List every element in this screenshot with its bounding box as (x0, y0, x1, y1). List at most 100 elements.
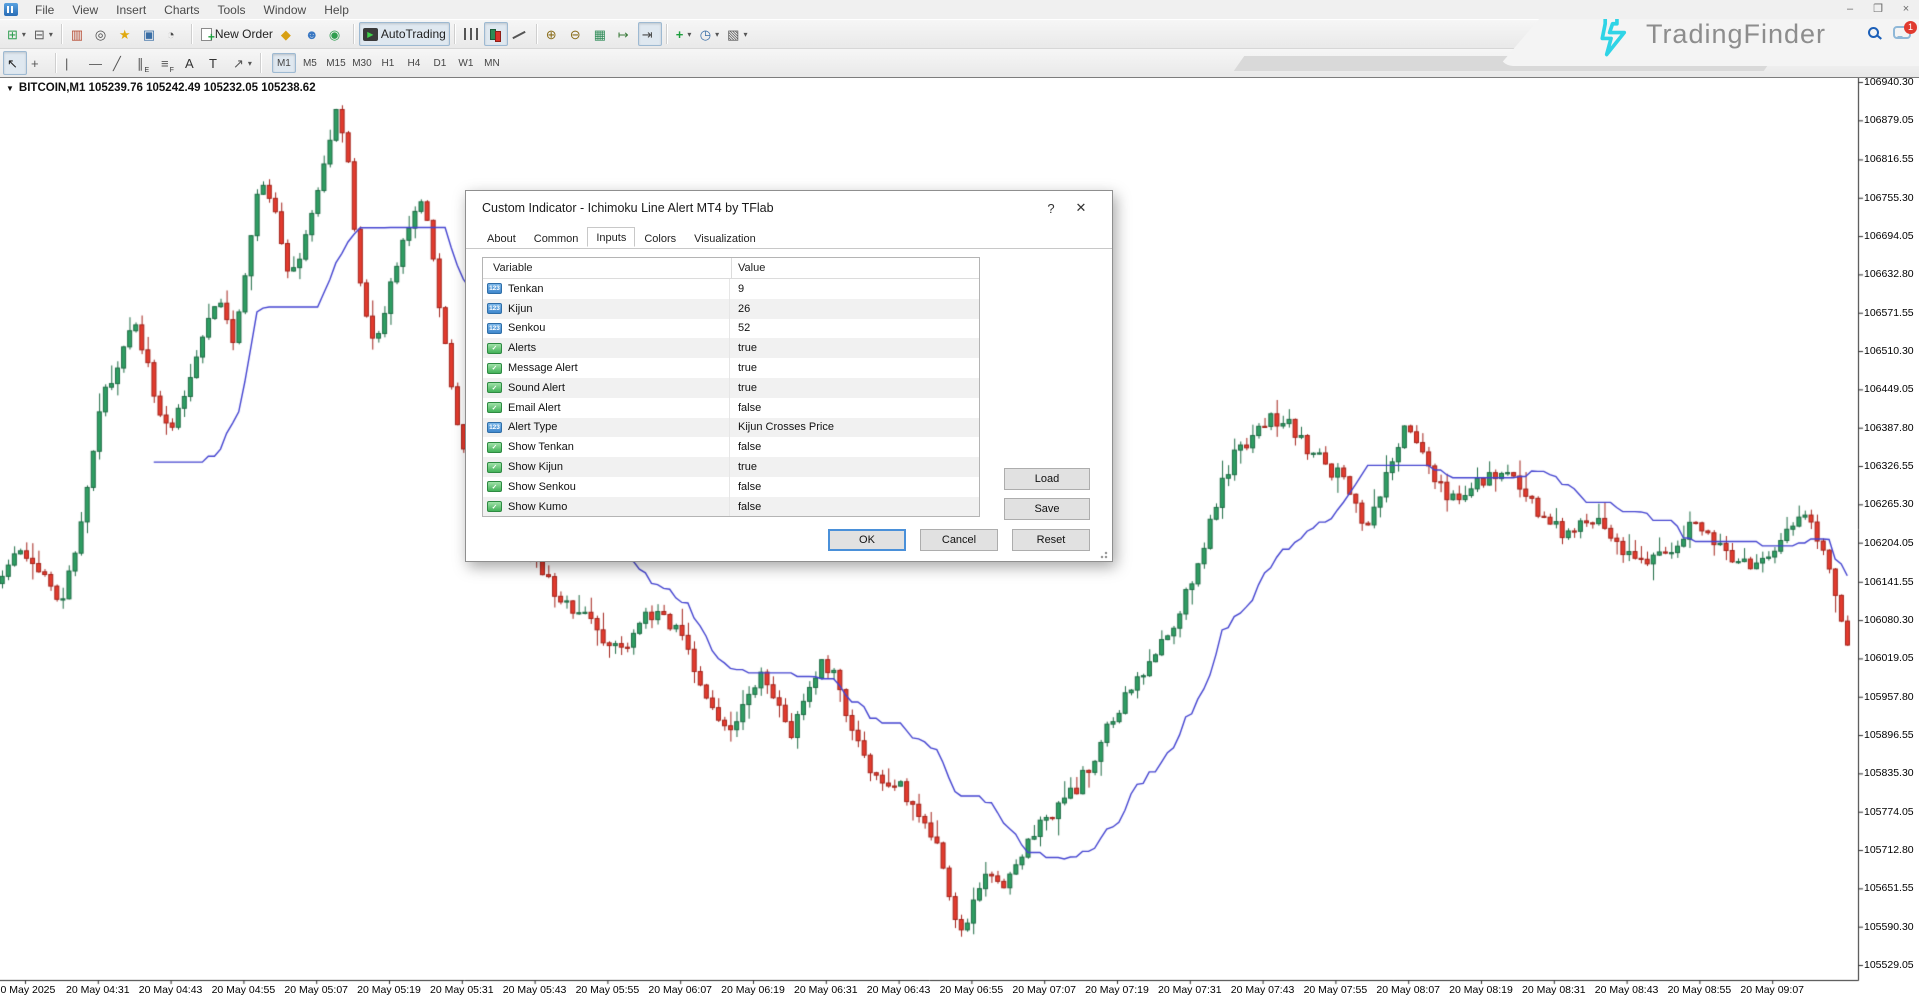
indicator-input-row[interactable]: 123Kijun26 (483, 299, 979, 319)
menu-item-insert[interactable]: Insert (107, 2, 155, 18)
text-label-button[interactable]: T (205, 51, 229, 75)
input-variable-name: Alert Type (508, 421, 729, 433)
chart-shift-button[interactable]: ⇥ (638, 22, 662, 46)
new-order-button[interactable]: New Order (197, 22, 277, 46)
menu-item-file[interactable]: File (26, 2, 63, 18)
indicators-button[interactable]: +▾ (672, 22, 696, 46)
tab-visualization[interactable]: Visualization (685, 229, 765, 249)
input-variable-value[interactable]: Kijun Crosses Price (729, 418, 979, 438)
time-axis-label: 20 May 04:55 (212, 984, 276, 996)
dropdown-arrow-icon: ▾ (49, 30, 53, 39)
numeric-value-icon: 123 (487, 422, 502, 433)
zoom-in-button[interactable]: ⊕ (542, 22, 566, 46)
restore-button[interactable]: ❐ (1869, 2, 1887, 16)
input-variable-value[interactable]: false (729, 398, 979, 418)
text-button[interactable]: A (181, 51, 205, 75)
tab-colors[interactable]: Colors (635, 229, 685, 249)
new-chart-button[interactable]: ⊞▾ (3, 22, 30, 46)
indicator-input-row[interactable]: ✓Show Kumofalse (483, 497, 979, 517)
profiles-button[interactable]: ⊟▾ (30, 22, 57, 46)
strategy-tester-button[interactable]: ◔ (163, 22, 187, 46)
equidistant-channel-button[interactable]: ∥E (133, 51, 157, 75)
indicator-input-row[interactable]: ✓Show Senkoufalse (483, 477, 979, 497)
price-axis-label: 106019.05 (1864, 652, 1914, 664)
timeframe-m30-button[interactable]: M30 (350, 53, 374, 73)
chat-icon[interactable]: 1 (1893, 26, 1911, 39)
input-variable-value[interactable]: 52 (729, 319, 979, 339)
save-button[interactable]: Save (1004, 498, 1090, 520)
data-window-button[interactable]: ◎ (91, 22, 115, 46)
menu-item-charts[interactable]: Charts (155, 2, 208, 18)
menu-item-tools[interactable]: Tools (209, 2, 255, 18)
periods-button[interactable]: ◷▾ (696, 22, 723, 46)
tile-windows-button[interactable]: ▦ (590, 22, 614, 46)
trendline-button[interactable]: ╱ (109, 51, 133, 75)
menu-item-window[interactable]: Window (255, 2, 316, 18)
input-variable-value[interactable]: false (729, 477, 979, 497)
indicator-input-row[interactable]: ✓Sound Alerttrue (483, 378, 979, 398)
input-variable-value[interactable]: 9 (729, 279, 979, 299)
menu-item-help[interactable]: Help (315, 2, 358, 18)
templates-button[interactable]: ▧▾ (723, 22, 751, 46)
fibonacci-retracement-button[interactable]: ≡F (157, 51, 181, 75)
indicator-input-row[interactable]: ✓Message Alerttrue (483, 358, 979, 378)
community-button[interactable]: ☻ (301, 22, 325, 46)
timeframe-h4-button[interactable]: H4 (402, 53, 426, 73)
menu-bar-items: FileViewInsertChartsToolsWindowHelp (26, 2, 358, 18)
timeframe-m1-button[interactable]: M1 (272, 53, 296, 73)
timeframe-d1-button[interactable]: D1 (428, 53, 452, 73)
market-watch-button[interactable]: ▥ (67, 22, 91, 46)
zoom-out-button[interactable]: ⊖ (566, 22, 590, 46)
indicator-input-row[interactable]: 123Tenkan9 (483, 279, 979, 299)
input-variable-value[interactable]: true (729, 457, 979, 477)
arrows-tool-button[interactable]: ↗▾ (229, 51, 256, 75)
indicator-input-row[interactable]: 123 Alert TypeKijun Crosses Price (483, 418, 979, 438)
dialog-titlebar[interactable]: Custom Indicator - Ichimoku Line Alert M… (466, 191, 1112, 225)
cursor-button[interactable]: ↖ (3, 51, 27, 75)
vertical-line-button[interactable]: | (61, 51, 85, 75)
timeframe-m15-button[interactable]: M15 (324, 53, 348, 73)
input-variable-value[interactable]: false (729, 437, 979, 457)
metaeditor-button[interactable]: ◆ (277, 22, 301, 46)
dialog-help-button[interactable]: ? (1036, 197, 1066, 219)
input-variable-value[interactable]: true (729, 338, 979, 358)
input-variable-value[interactable]: false (729, 497, 979, 517)
navigator-button[interactable]: ★ (115, 22, 139, 46)
search-icon[interactable] (1868, 27, 1879, 38)
dialog-resize-grip[interactable] (1100, 549, 1110, 559)
reset-button[interactable]: Reset (1012, 529, 1090, 551)
input-variable-value[interactable]: true (729, 378, 979, 398)
tab-common[interactable]: Common (525, 229, 588, 249)
symbol-dropdown-icon[interactable]: ▼ (6, 84, 14, 93)
timeframe-w1-button[interactable]: W1 (454, 53, 478, 73)
line-chart-button[interactable] (508, 22, 532, 46)
timeframe-m5-button[interactable]: M5 (298, 53, 322, 73)
timeframe-mn-button[interactable]: MN (480, 53, 504, 73)
auto-scroll-button[interactable]: ↦ (614, 22, 638, 46)
timeframe-h1-button[interactable]: H1 (376, 53, 400, 73)
broadcast-button[interactable]: ◉ (325, 22, 349, 46)
menu-item-view[interactable]: View (63, 2, 107, 18)
indicator-input-row[interactable]: ✓Show Tenkanfalse (483, 437, 979, 457)
minimize-button[interactable]: – (1841, 2, 1859, 16)
tab-about[interactable]: About (478, 229, 525, 249)
indicator-input-row[interactable]: ✓Email Alertfalse (483, 398, 979, 418)
tab-inputs[interactable]: Inputs (587, 227, 635, 247)
indicator-input-row[interactable]: ✓Show Kijuntrue (483, 457, 979, 477)
indicator-input-row[interactable]: ✓Alertstrue (483, 338, 979, 358)
close-window-button[interactable]: × (1897, 2, 1915, 16)
load-button[interactable]: Load (1004, 468, 1090, 490)
input-variable-value[interactable]: true (729, 358, 979, 378)
candlestick-chart-button[interactable] (484, 22, 508, 46)
crosshair-button[interactable]: + (27, 51, 51, 75)
bar-chart-button[interactable] (460, 22, 484, 46)
dialog-close-button[interactable]: ✕ (1066, 197, 1096, 219)
ok-button[interactable]: OK (828, 529, 906, 551)
cancel-button[interactable]: Cancel (920, 529, 998, 551)
inputs-table-header: Variable Value (483, 258, 979, 279)
autotrading-button[interactable]: AutoTrading (359, 22, 450, 46)
terminal-button[interactable]: ▣ (139, 22, 163, 46)
input-variable-value[interactable]: 26 (729, 299, 979, 319)
indicator-input-row[interactable]: 123Senkou52 (483, 319, 979, 339)
horizontal-line-button[interactable]: — (85, 51, 109, 75)
